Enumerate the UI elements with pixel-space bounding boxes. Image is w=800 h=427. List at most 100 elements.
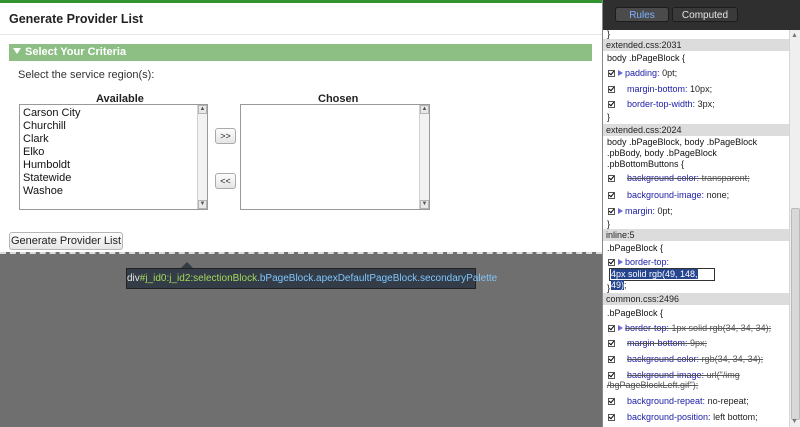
- scroll-up-arrow-icon[interactable]: ▲: [420, 105, 429, 114]
- checkbox-icon[interactable]: [608, 208, 615, 215]
- property-value: 0pt;: [662, 68, 678, 78]
- checkbox-icon[interactable]: [608, 70, 615, 77]
- css-property[interactable]: background-color: rgb(34, 34, 34);: [608, 353, 763, 365]
- css-property[interactable]: background-color: transparent;: [608, 172, 750, 184]
- list-item[interactable]: Clark: [23, 133, 80, 146]
- list-item[interactable]: Humboldt: [23, 159, 80, 172]
- expand-triangle-icon[interactable]: [618, 325, 623, 331]
- property-name: border-top:: [625, 323, 670, 333]
- css-property[interactable]: margin: 0pt;: [608, 205, 673, 217]
- brace: }: [607, 112, 611, 122]
- scroll-thumb[interactable]: [791, 208, 800, 420]
- expand-triangle-icon[interactable]: [618, 70, 623, 76]
- property-value: 9px;: [690, 338, 708, 348]
- property-name: background-image:: [627, 370, 705, 380]
- checkbox-icon[interactable]: [608, 192, 615, 199]
- rule-selector: body .bPageBlock, body .bPageBlock: [607, 137, 758, 147]
- rule-selector: .bPageBlock {: [607, 308, 664, 318]
- criteria-label: Select the service region(s):: [18, 69, 155, 81]
- list-item[interactable]: Carson City: [23, 107, 80, 120]
- list-item[interactable]: Statewide: [23, 172, 80, 185]
- available-scrollbar[interactable]: ▲ ▼: [197, 105, 207, 209]
- checkbox-icon[interactable]: [608, 86, 615, 93]
- css-property[interactable]: border-top: 1px solid rgb(34, 34, 34);: [608, 322, 771, 334]
- generate-provider-list-button[interactable]: Generate Provider List: [9, 232, 123, 250]
- expand-triangle-icon[interactable]: [618, 259, 623, 265]
- available-listbox[interactable]: Carson City Churchill Clark Elko Humbold…: [19, 104, 208, 210]
- property-value-wrap: /bgPageBlockLeft.gif");: [607, 380, 699, 390]
- rule-source[interactable]: common.css:2496: [603, 293, 789, 305]
- scroll-up-arrow-icon[interactable]: ▲: [791, 32, 798, 39]
- section-header[interactable]: Select Your Criteria: [9, 44, 592, 61]
- rule-source[interactable]: extended.css:2031: [603, 39, 789, 51]
- checkbox-icon[interactable]: [608, 101, 615, 108]
- property-name: background-position:: [627, 412, 711, 422]
- rule-source[interactable]: extended.css:2024: [603, 124, 789, 136]
- section-header-label: Select Your Criteria: [25, 46, 127, 58]
- css-property[interactable]: padding: 0pt;: [608, 67, 677, 79]
- property-name: background-image:: [627, 190, 705, 200]
- checkbox-icon[interactable]: [608, 414, 615, 421]
- scroll-down-arrow-icon[interactable]: ▼: [420, 200, 429, 209]
- property-value: 0pt;: [657, 206, 673, 216]
- checkbox-icon[interactable]: [608, 325, 615, 332]
- property-name: margin:: [625, 206, 656, 216]
- css-property[interactable]: background-position: left bottom;: [608, 411, 758, 423]
- value-suffix: ;: [624, 280, 627, 290]
- css-property[interactable]: margin-bottom: 9px;: [608, 337, 707, 349]
- tab-computed[interactable]: Computed: [672, 7, 738, 22]
- rule-selector: .bPageBlock {: [607, 243, 664, 253]
- property-name: margin-bottom:: [627, 338, 688, 348]
- css-property[interactable]: border-top-width: 3px;: [608, 98, 715, 110]
- property-value-editor[interactable]: 4px solid rgb(49, 148, 49);: [609, 268, 715, 290]
- checkbox-icon[interactable]: [608, 398, 615, 405]
- rules-scrollbar[interactable]: ▲ ▼: [789, 30, 800, 427]
- rule-selector: .pbBottomButtons {: [607, 159, 685, 169]
- highlight-boundary: [0, 252, 602, 254]
- tab-rules[interactable]: Rules: [615, 7, 669, 22]
- rule-selector: body .bPageBlock {: [607, 53, 686, 63]
- add-button[interactable]: >>: [215, 128, 236, 144]
- chosen-listbox[interactable]: ▲ ▼: [240, 104, 430, 210]
- page-title: Generate Provider List: [9, 12, 144, 26]
- scroll-down-arrow-icon[interactable]: ▼: [791, 418, 798, 425]
- property-name: background-color:: [627, 173, 700, 183]
- remove-button[interactable]: <<: [215, 173, 236, 189]
- scroll-up-arrow-icon[interactable]: ▲: [198, 105, 207, 114]
- css-property[interactable]: border-top:: [608, 256, 669, 268]
- checkbox-icon[interactable]: [608, 356, 615, 363]
- property-value: rgb(34, 34, 34);: [701, 354, 764, 364]
- property-value: url("/img: [706, 370, 740, 380]
- property-value: 3px;: [697, 99, 715, 109]
- css-property[interactable]: margin-bottom: 10px;: [608, 83, 712, 95]
- devtools-panel: Rules Computed } extended.css:2031 body …: [602, 0, 800, 427]
- property-name: padding:: [625, 68, 660, 78]
- list-item[interactable]: Elko: [23, 146, 80, 159]
- rule-source[interactable]: inline:5: [603, 229, 789, 241]
- checkbox-icon[interactable]: [608, 175, 615, 182]
- list-item[interactable]: Churchill: [23, 120, 80, 133]
- page-viewport: Generate Provider List Select Your Crite…: [0, 0, 602, 427]
- property-name: margin-bottom:: [627, 84, 688, 94]
- property-value: none;: [706, 190, 730, 200]
- collapse-triangle-icon[interactable]: [13, 48, 21, 54]
- checkbox-icon[interactable]: [608, 259, 615, 266]
- checkbox-icon[interactable]: [608, 340, 615, 347]
- title-divider: [0, 34, 602, 35]
- expand-triangle-icon[interactable]: [618, 208, 623, 214]
- tooltip-tag: div: [127, 273, 140, 284]
- css-property[interactable]: background-image: none;: [608, 189, 729, 201]
- scroll-down-arrow-icon[interactable]: ▼: [198, 200, 207, 209]
- property-name: background-repeat:: [627, 396, 706, 406]
- property-value: left bottom;: [713, 412, 758, 422]
- property-name: background-color:: [627, 354, 700, 364]
- list-item[interactable]: Washoe: [23, 185, 80, 198]
- selection-page-block: Generate Provider List Select Your Crite…: [0, 0, 602, 252]
- property-value: transparent;: [701, 173, 750, 183]
- css-property[interactable]: background-repeat: no-repeat;: [608, 395, 749, 407]
- chosen-scrollbar[interactable]: ▲ ▼: [419, 105, 429, 209]
- checkbox-icon[interactable]: [608, 372, 615, 379]
- property-name: border-top-width:: [627, 99, 696, 109]
- tooltip-classes: .bPageBlock.apexDefaultPageBlock.seconda…: [257, 273, 498, 284]
- property-value: 1px solid rgb(34, 34, 34);: [671, 323, 772, 333]
